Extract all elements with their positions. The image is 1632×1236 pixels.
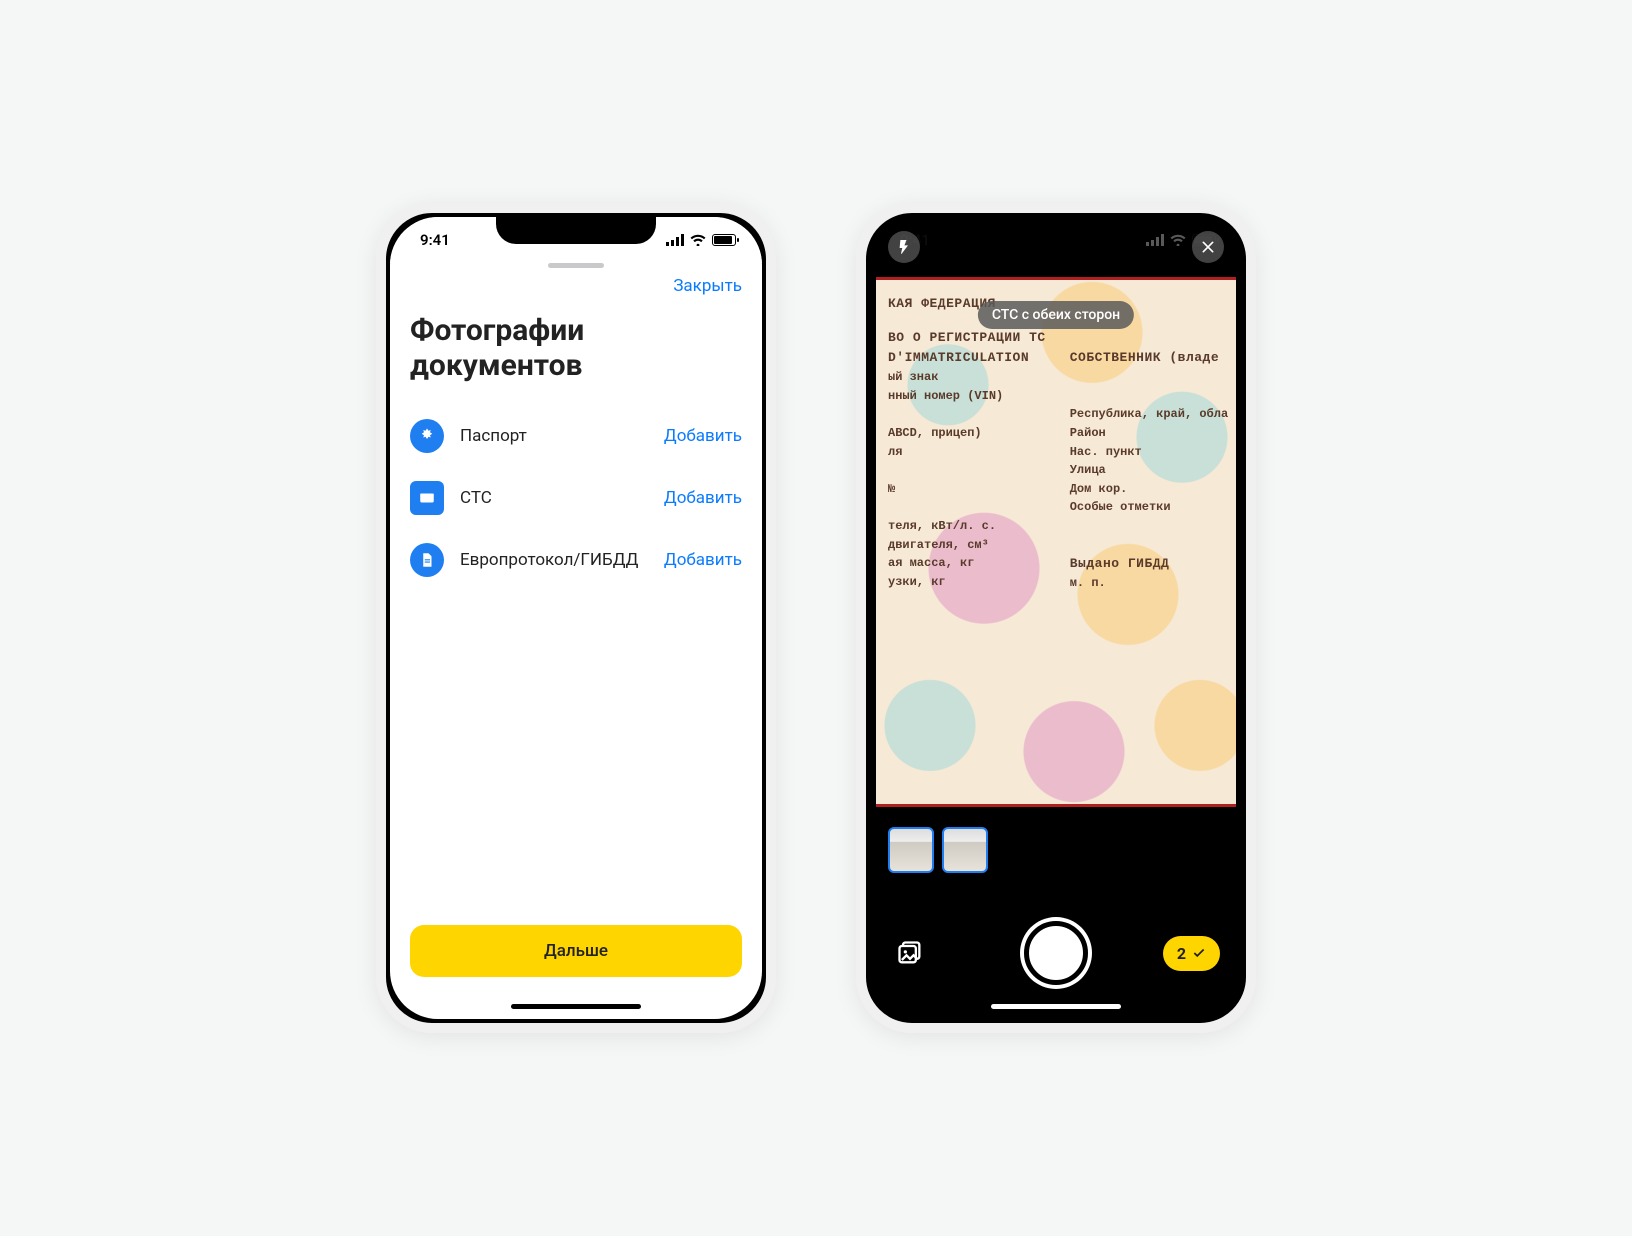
flash-button[interactable] (888, 231, 920, 263)
camera-caption: СТС с обеих сторон (978, 301, 1134, 329)
doc-label: Паспорт (460, 426, 648, 446)
wifi-icon (690, 234, 706, 246)
next-button[interactable]: Дальше (410, 925, 742, 977)
add-button[interactable]: Добавить (664, 550, 742, 570)
phone-camera-scan: 9:41 СТС с обеих сторон КАЯ ФЕДЕРАЦИЯ ВО… (856, 203, 1256, 1033)
camera-viewfinder: КАЯ ФЕДЕРАЦИЯ ВО О РЕГИСТРАЦИИ ТС D'IMMA… (876, 277, 1236, 807)
scanned-document: КАЯ ФЕДЕРАЦИЯ ВО О РЕГИСТРАЦИИ ТС D'IMMA… (876, 280, 1236, 607)
doc-row-passport[interactable]: Паспорт Добавить (410, 405, 742, 467)
document-icon (410, 543, 444, 577)
cellular-signal-icon (666, 234, 684, 246)
shutter-button[interactable] (1024, 921, 1088, 985)
doc-label: Европротокол/ГИБДД (460, 550, 648, 570)
thumbnail-2[interactable] (942, 827, 988, 873)
phone-documents-list: 9:41 Закрыть Фотографии документов Паспо… (376, 203, 776, 1033)
status-time: 9:41 (420, 231, 450, 249)
id-card-icon (410, 481, 444, 515)
close-button[interactable] (1192, 231, 1224, 263)
done-count: 2 (1177, 944, 1186, 963)
doc-label: СТС (460, 488, 648, 508)
thumbnail-1[interactable] (888, 827, 934, 873)
passport-icon (410, 419, 444, 453)
status-bar: 9:41 (390, 217, 762, 263)
close-button[interactable]: Закрыть (673, 276, 742, 296)
page-title: Фотографии документов (390, 302, 762, 405)
doc-row-europrotocol[interactable]: Европротокол/ГИБДД Добавить (410, 529, 742, 591)
doc-row-sts[interactable]: СТС Добавить (410, 467, 742, 529)
add-button[interactable]: Добавить (664, 488, 742, 508)
gallery-button[interactable] (896, 939, 924, 967)
sheet-grabber[interactable] (548, 263, 604, 268)
home-indicator[interactable] (511, 1004, 641, 1009)
check-icon (1192, 946, 1206, 960)
battery-icon (712, 234, 736, 246)
add-button[interactable]: Добавить (664, 426, 742, 446)
done-button[interactable]: 2 (1163, 936, 1220, 971)
home-indicator[interactable] (991, 1004, 1121, 1009)
